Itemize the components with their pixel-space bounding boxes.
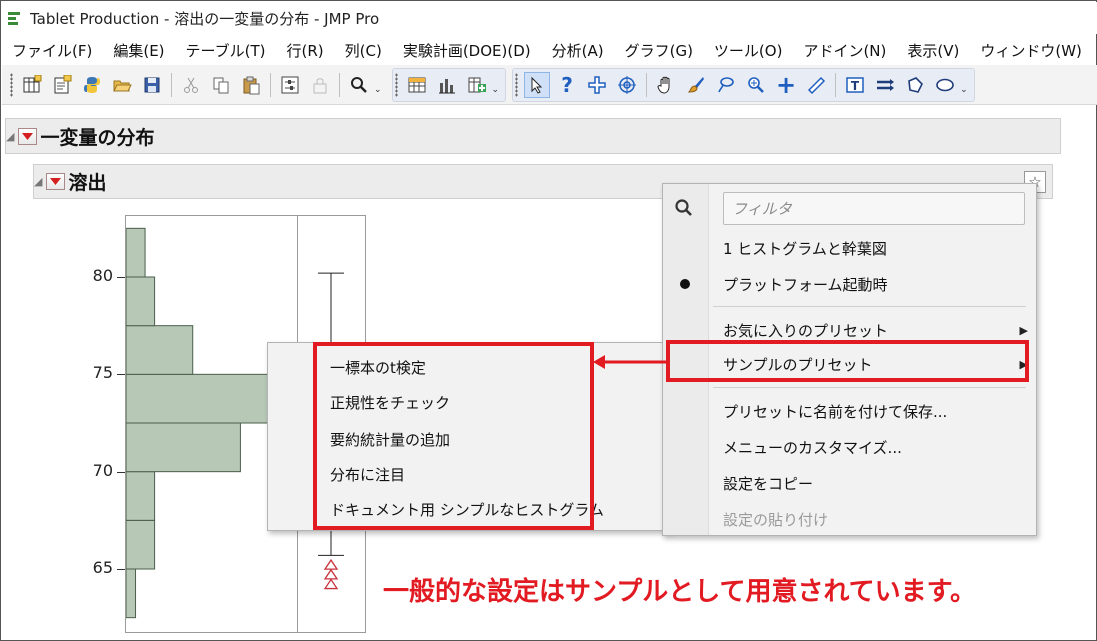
annotation-arrow-icon (593, 355, 669, 369)
toolbar-grip[interactable] (10, 72, 13, 97)
python-icon[interactable] (79, 72, 105, 98)
menu-doe[interactable]: 実験計画(DOE)(D) (393, 40, 542, 61)
report-options-icon[interactable] (277, 72, 303, 98)
magnifier-icon[interactable] (743, 72, 769, 98)
menu-bar: ファイル(F) 編集(E) テーブル(T) 行(R) 列(C) 実験計画(DOE… (2, 37, 1097, 63)
histogram-bar[interactable] (126, 568, 137, 619)
y-tick-label: 80 (92, 266, 113, 285)
histogram-bar[interactable] (126, 325, 194, 375)
menu-window[interactable]: ウィンドウ(W) (970, 40, 1093, 61)
grabber-hand-icon[interactable] (653, 72, 679, 98)
y-tick-mark (117, 569, 125, 570)
toolbar-grip[interactable] (515, 72, 519, 97)
ruler-icon[interactable] (803, 72, 829, 98)
window-title: Tablet Production - 溶出の一変量の分布 - JMP Pro (30, 9, 380, 28)
menu-item-customize-menus[interactable]: メニューのカスタマイズ... (663, 437, 1036, 458)
filter-field[interactable] (723, 192, 1025, 225)
text-annotation-icon[interactable]: T (842, 72, 868, 98)
menu-addins[interactable]: アドイン(N) (793, 40, 897, 61)
outlier-marker[interactable] (323, 578, 339, 590)
sample-presets-highlight-box (666, 340, 1029, 382)
y-tick-mark (117, 374, 125, 376)
copy-icon[interactable] (208, 72, 234, 98)
disclosure-triangle-icon[interactable]: ◢ (34, 175, 42, 188)
menu-item-favorite-presets[interactable]: お気に入りのプリセット (663, 320, 1036, 341)
histogram-bar[interactable] (126, 373, 270, 424)
graph-builder-icon[interactable] (434, 72, 460, 98)
annotation-caption: 一般的な設定はサンプルとして用意されています。 (383, 577, 977, 607)
menu-edit[interactable]: 編集(E) (103, 40, 175, 61)
histogram-bar[interactable] (126, 422, 241, 473)
chevron-down-icon[interactable]: ⌄ (960, 85, 968, 95)
menu-item-platform-launch[interactable]: プラットフォーム起動時 (663, 274, 1036, 295)
paste-icon[interactable] (238, 72, 264, 98)
menu-item-histogram-stemleaf[interactable]: 1 ヒストグラムと幹葉図 (663, 238, 1036, 259)
svg-text:T: T (851, 79, 860, 93)
toolbar-file-group: ⌄ (8, 68, 388, 102)
tabulate-icon[interactable] (404, 72, 430, 98)
target-icon[interactable] (614, 72, 640, 98)
y-tick-label: 75 (92, 363, 113, 383)
y-tick-label: 70 (92, 460, 113, 480)
plus-icon[interactable]: + (773, 72, 799, 98)
menu-file[interactable]: ファイル(F) (2, 40, 103, 61)
search-icon (674, 198, 694, 222)
histogram-bar[interactable] (126, 519, 156, 570)
histogram-bar[interactable] (126, 471, 156, 521)
histogram-bar[interactable] (126, 276, 156, 327)
chevron-down-icon[interactable]: ⌄ (492, 85, 500, 95)
outline-subtitle: 溶出 (68, 172, 107, 194)
ellipse-icon[interactable] (932, 72, 958, 98)
disclosure-triangle-icon[interactable]: ◢ (6, 130, 14, 143)
toolbar-tools-group: ? + T ⌄ (512, 67, 975, 102)
y-tick-label: 65 (92, 558, 113, 577)
histogram-bar[interactable] (126, 227, 146, 278)
open-folder-icon[interactable] (109, 72, 135, 98)
toolbar-grip[interactable] (394, 72, 398, 97)
menu-table[interactable]: テーブル(T) (176, 40, 277, 61)
line-annotation-icon[interactable] (872, 72, 898, 98)
toolbar-analysis-group: ⌄ (391, 67, 507, 102)
y-tick-mark (117, 471, 125, 473)
add-column-icon[interactable] (464, 72, 490, 98)
crosshair-icon[interactable] (584, 72, 610, 98)
brush-icon[interactable] (683, 72, 709, 98)
save-icon[interactable] (139, 72, 165, 98)
help-icon[interactable]: ? (554, 72, 580, 98)
outline-title: 一変量の分布 (40, 126, 155, 149)
menu-view[interactable]: 表示(V) (897, 40, 970, 61)
menu-cols[interactable]: 列(C) (335, 40, 393, 61)
menu-analyze[interactable]: 分析(A) (542, 40, 615, 61)
distribution-outline-header[interactable]: ◢ 一変量の分布 (5, 118, 1061, 154)
chevron-down-icon[interactable]: ⌄ (374, 85, 382, 95)
menu-graph[interactable]: グラフ(G) (615, 40, 704, 61)
cut-icon[interactable] (178, 72, 204, 98)
red-triangle-menu-icon[interactable] (46, 173, 66, 190)
menu-rows[interactable]: 行(R) (277, 40, 335, 61)
menu-item-paste-settings: 設定の貼り付け (723, 511, 829, 529)
submenu-arrow-icon: ▶ (1019, 324, 1028, 337)
filter-input[interactable] (724, 193, 1024, 224)
search-icon[interactable] (346, 72, 372, 98)
menu-item-copy-settings[interactable]: 設定をコピー (663, 473, 1036, 494)
toolbar: ⌄ ⌄ ? + T ⌄ (2, 65, 1097, 105)
arrow-select-icon[interactable] (524, 71, 551, 98)
lock-icon[interactable] (307, 72, 333, 98)
polygon-icon[interactable] (902, 72, 928, 98)
outlier-marker[interactable] (323, 558, 339, 570)
outlier-marker[interactable] (323, 568, 339, 580)
new-data-table-icon[interactable] (19, 72, 45, 98)
y-tick-mark (117, 277, 125, 278)
submenu-highlight-box (313, 342, 594, 530)
menu-tools[interactable]: ツール(O) (704, 40, 794, 61)
jmp-report-icon (8, 11, 22, 25)
lasso-icon[interactable] (713, 72, 739, 98)
menu-item-save-preset[interactable]: プリセットに名前を付けて保存... (663, 401, 1036, 422)
app-window: Tablet Production - 溶出の一変量の分布 - JMP Pro … (0, 0, 1097, 641)
title-bar: Tablet Production - 溶出の一変量の分布 - JMP Pro (2, 2, 1097, 34)
open-script-icon[interactable] (49, 72, 75, 98)
red-triangle-menu-icon[interactable] (18, 127, 38, 145)
